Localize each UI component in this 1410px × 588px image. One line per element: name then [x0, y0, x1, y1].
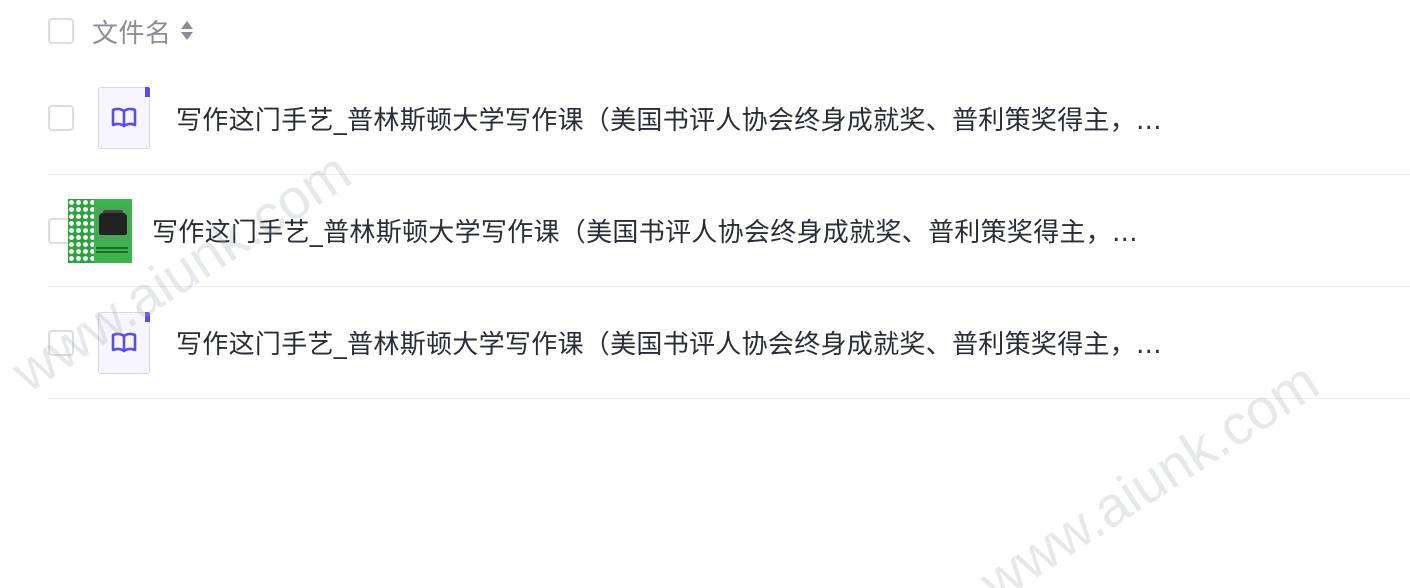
column-header-filename[interactable]: 文件名	[92, 13, 172, 50]
file-list: 文件名 写作这门手艺_普林斯顿大学写作课（美国书评人协会终身成就奖、普利策奖得主…	[48, 0, 1410, 399]
file-name[interactable]: 写作这门手艺_普林斯顿大学写作课（美国书评人协会终身成就奖、普利策奖得主，...	[176, 100, 1162, 137]
sort-icon[interactable]	[180, 18, 194, 44]
file-row[interactable]: 写作这门手艺_普林斯顿大学写作课（美国书评人协会终身成就奖、普利策奖得主，...	[48, 62, 1410, 175]
file-row[interactable]: 写作这门手艺_普林斯顿大学写作课（美国书评人协会终身成就奖、普利策奖得主，...	[48, 175, 1410, 287]
file-name[interactable]: 写作这门手艺_普林斯顿大学写作课（美国书评人协会终身成就奖、普利策奖得主，...	[176, 324, 1162, 361]
row-checkbox[interactable]	[48, 105, 74, 131]
book-icon	[98, 311, 150, 374]
select-all-checkbox[interactable]	[48, 18, 74, 44]
file-row[interactable]: 写作这门手艺_普林斯顿大学写作课（美国书评人协会终身成就奖、普利策奖得主，...	[48, 287, 1410, 399]
row-checkbox[interactable]	[48, 329, 74, 356]
book-cover-image	[68, 198, 132, 263]
book-icon	[98, 87, 150, 149]
file-list-header: 文件名	[48, 0, 1410, 62]
file-name[interactable]: 写作这门手艺_普林斯顿大学写作课（美国书评人协会终身成就奖、普利策奖得主，...	[152, 212, 1138, 249]
